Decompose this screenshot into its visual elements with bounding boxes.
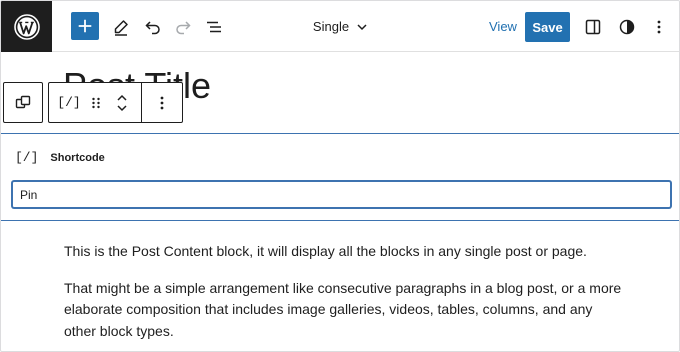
- document-title-bar: Single: [1, 1, 679, 52]
- settings-sidebar-button[interactable]: [581, 12, 605, 42]
- undo-button[interactable]: [141, 12, 165, 42]
- shortcode-icon: [/]: [15, 150, 39, 165]
- transform-button[interactable]: [4, 83, 42, 122]
- pencil-icon: [114, 20, 128, 36]
- plus-icon: [78, 19, 92, 33]
- list-view-button[interactable]: [202, 12, 226, 42]
- shortcode-block[interactable]: [/] Shortcode: [1, 133, 679, 221]
- move-buttons[interactable]: [103, 83, 142, 122]
- list-view-icon: [207, 21, 221, 33]
- half-circle-icon: [619, 19, 635, 35]
- chevron-down-icon: [357, 23, 367, 30]
- styles-button[interactable]: [615, 12, 639, 42]
- save-button[interactable]: Save: [525, 12, 570, 42]
- document-title-dropdown[interactable]: Single: [313, 19, 369, 34]
- paragraph[interactable]: This is the Post Content block, it will …: [64, 241, 624, 263]
- shortcode-icon: [/]: [57, 95, 81, 110]
- duplicate-icon: [15, 95, 31, 108]
- editor-header: Single View Save: [1, 1, 679, 52]
- drag-handle[interactable]: [89, 83, 103, 122]
- move-up-down-icon: [117, 94, 127, 111]
- block-toolbar: [/]: [48, 82, 183, 123]
- wordpress-logo-icon[interactable]: [1, 1, 52, 52]
- document-title: Single: [312, 19, 350, 34]
- shortcode-block-header: [/] Shortcode: [15, 150, 105, 165]
- sidebar-toggle-icon: [585, 19, 601, 35]
- more-vertical-icon: [160, 96, 164, 109]
- editor-frame: Single View Save [/] [/] Shortcode Pin T…: [0, 0, 680, 352]
- paragraph[interactable]: That might be a simple arrangement like …: [64, 278, 624, 343]
- redo-button[interactable]: [171, 12, 195, 42]
- block-parent-toolbar: [3, 82, 43, 123]
- undo-icon: [145, 21, 160, 35]
- redo-icon: [176, 21, 191, 35]
- post-content-block[interactable]: This is the Post Content block, it will …: [64, 241, 624, 351]
- shortcode-label: Shortcode: [50, 151, 105, 164]
- block-type-button[interactable]: [/]: [49, 83, 89, 122]
- more-vertical-icon: [657, 20, 661, 34]
- options-button[interactable]: [649, 12, 669, 42]
- tools-button[interactable]: [109, 12, 133, 42]
- drag-handle-icon: [92, 97, 100, 108]
- view-button[interactable]: View: [483, 12, 523, 42]
- shortcode-input[interactable]: [12, 181, 671, 208]
- block-inserter-button[interactable]: [71, 12, 99, 40]
- block-options-button[interactable]: [142, 83, 182, 122]
